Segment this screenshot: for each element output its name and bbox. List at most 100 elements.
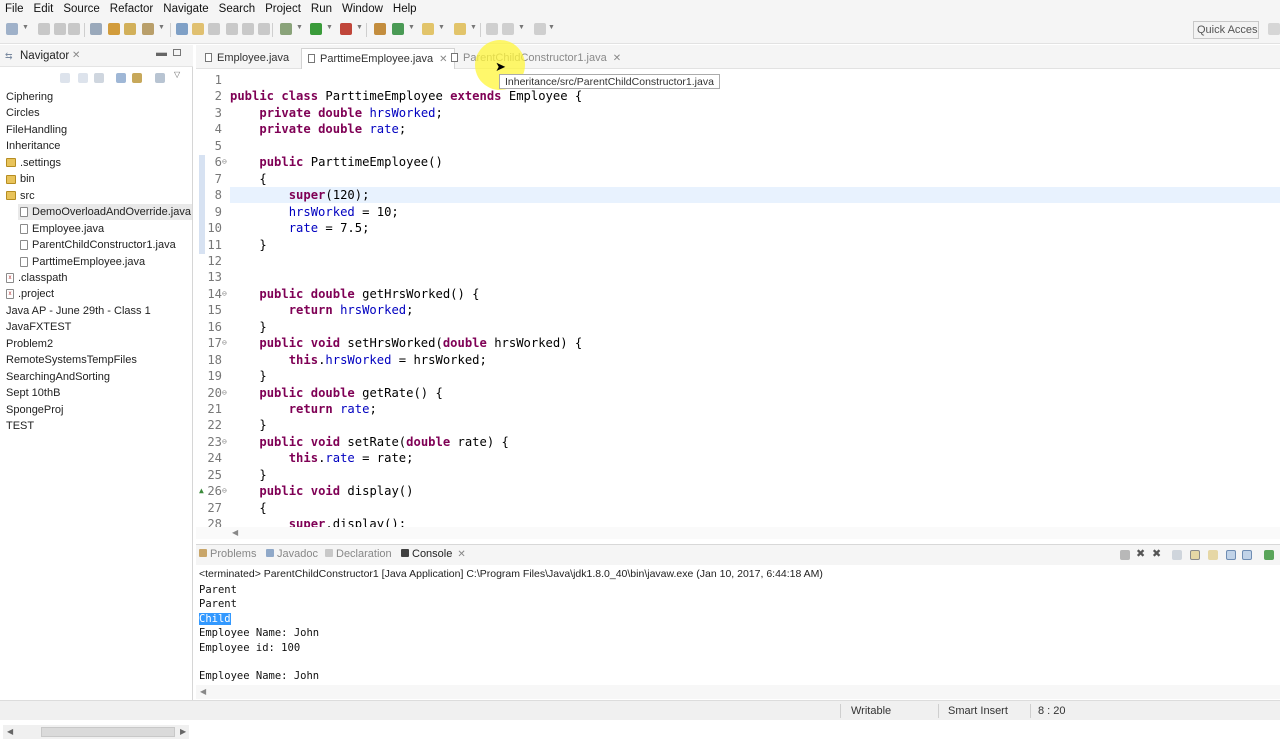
- navigator-item[interactable]: .settings: [0, 155, 61, 171]
- print-icon[interactable]: [68, 23, 80, 35]
- up-icon[interactable]: [94, 73, 104, 83]
- filter-icon[interactable]: [155, 73, 165, 83]
- dropdown-icon[interactable]: ▼: [518, 24, 530, 36]
- code-line[interactable]: public ParttimeEmployee(): [230, 154, 442, 170]
- menu-file[interactable]: File: [0, 3, 29, 15]
- console-scrollbar[interactable]: ◀: [196, 685, 1280, 699]
- remove-all-icon[interactable]: ✖: [1152, 547, 1162, 560]
- navigator-item[interactable]: bin: [0, 171, 35, 187]
- navigator-scrollbar[interactable]: ◀ ▶: [3, 725, 189, 739]
- clear-console-icon[interactable]: [1172, 550, 1182, 560]
- code-line[interactable]: public void setHrsWorked(double hrsWorke…: [230, 335, 582, 351]
- code-line[interactable]: public class ParttimeEmployee extends Em…: [230, 88, 582, 104]
- open-folder-icon[interactable]: [124, 23, 136, 35]
- code-line[interactable]: public double getHrsWorked() {: [230, 286, 479, 302]
- navigator-item[interactable]: TEST: [0, 418, 34, 434]
- toggle-icon[interactable]: [176, 23, 188, 35]
- open-console-icon[interactable]: [1264, 550, 1274, 560]
- code-line[interactable]: }: [230, 467, 266, 483]
- dropdown-icon[interactable]: ▼: [408, 24, 420, 36]
- toggle-frame-icon[interactable]: [1268, 23, 1280, 35]
- scroll-right-icon[interactable]: ▶: [180, 727, 186, 736]
- navigator-item[interactable]: Java AP - June 29th - Class 1: [0, 303, 151, 319]
- forward-icon[interactable]: [78, 73, 88, 83]
- navigator-item[interactable]: FileHandling: [0, 122, 67, 138]
- navigator-item[interactable]: SearchingAndSorting: [0, 369, 110, 385]
- terminate-icon[interactable]: [1120, 550, 1130, 560]
- navigator-item[interactable]: src: [0, 188, 35, 204]
- search-icon[interactable]: [142, 23, 154, 35]
- close-icon[interactable]: ✕: [457, 549, 465, 560]
- dropdown-icon[interactable]: ▼: [22, 24, 34, 36]
- scrollbar-thumb[interactable]: [41, 727, 175, 737]
- back-icon[interactable]: [60, 73, 70, 83]
- code-line[interactable]: }: [230, 368, 266, 384]
- close-icon[interactable]: ✕: [613, 53, 621, 64]
- tab-problems[interactable]: Problems: [199, 548, 256, 560]
- dropdown-icon[interactable]: ▼: [296, 24, 308, 36]
- new-package-icon[interactable]: [392, 23, 404, 35]
- fold-icon[interactable]: ⊖: [222, 338, 230, 347]
- navigator-item[interactable]: Problem2: [0, 336, 53, 352]
- tab-employee[interactable]: Employee.java: [199, 48, 295, 69]
- fold-icon[interactable]: ⊖: [222, 437, 230, 446]
- scroll-left-icon[interactable]: ◀: [232, 528, 238, 537]
- back-icon[interactable]: [534, 23, 546, 35]
- code-line[interactable]: hrsWorked = 10;: [230, 204, 399, 220]
- code-line[interactable]: this.hrsWorked = hrsWorked;: [230, 352, 487, 368]
- maximize-icon[interactable]: [173, 49, 181, 56]
- menu-navigate[interactable]: Navigate: [158, 3, 213, 15]
- paragraph-icon[interactable]: [258, 23, 270, 35]
- navigator-item[interactable]: x .classpath: [0, 270, 68, 286]
- navigator-item[interactable]: Inheritance: [0, 138, 60, 154]
- format-icon[interactable]: [242, 23, 254, 35]
- fold-icon[interactable]: ⊖: [222, 289, 230, 298]
- code-line[interactable]: rate = 7.5;: [230, 220, 370, 236]
- code-line[interactable]: }: [230, 319, 266, 335]
- scroll-left-icon[interactable]: ◀: [200, 687, 206, 696]
- navigator-item[interactable]: DemoOverloadAndOverride.java: [18, 204, 192, 221]
- block-select-icon[interactable]: [208, 23, 220, 35]
- navigator-item[interactable]: Employee.java: [0, 221, 104, 237]
- code-line[interactable]: {: [230, 171, 266, 187]
- new-icon[interactable]: [6, 23, 18, 35]
- fold-icon[interactable]: ⊖: [222, 157, 230, 166]
- fold-icon[interactable]: ⊖: [222, 486, 230, 495]
- scroll-left-icon[interactable]: ◀: [7, 727, 13, 736]
- code-line[interactable]: }: [230, 417, 266, 433]
- debug-icon[interactable]: [280, 23, 292, 35]
- pin-console-icon[interactable]: [1226, 550, 1236, 560]
- whitespace-icon[interactable]: [226, 23, 238, 35]
- navigator-title[interactable]: Navigator: [20, 50, 69, 62]
- fold-icon[interactable]: ⊖: [222, 388, 230, 397]
- open-type-icon[interactable]: [108, 23, 120, 35]
- close-icon[interactable]: ✕: [72, 50, 80, 61]
- remove-launch-icon[interactable]: ✖: [1136, 547, 1146, 560]
- code-line[interactable]: public double getRate() {: [230, 385, 442, 401]
- minimize-icon[interactable]: ▬: [156, 47, 167, 59]
- console-output[interactable]: Parent Parent Child Employee Name: John Empl…: [199, 583, 319, 684]
- menu-run[interactable]: Run: [306, 3, 337, 15]
- save-all-icon[interactable]: [54, 23, 66, 35]
- quick-access-input[interactable]: Quick Access: [1193, 21, 1259, 39]
- navigator-item[interactable]: Sept 10thB: [0, 385, 60, 401]
- tab-parttimeemployee[interactable]: ParttimeEmployee.java ✕: [301, 48, 455, 69]
- mark-occurrences-icon[interactable]: [192, 23, 204, 35]
- view-menu-icon[interactable]: ▽: [174, 70, 184, 80]
- code-line[interactable]: return hrsWorked;: [230, 302, 414, 318]
- dropdown-icon[interactable]: ▼: [438, 24, 450, 36]
- navigator-item[interactable]: ParentChildConstructor1.java: [0, 237, 176, 253]
- navigator-item[interactable]: JavaFXTEST: [0, 319, 71, 335]
- dropdown-icon[interactable]: ▼: [326, 24, 338, 36]
- menu-search[interactable]: Search: [214, 3, 260, 15]
- new-java-project-icon[interactable]: [374, 23, 386, 35]
- code-line[interactable]: public void setRate(double rate) {: [230, 434, 509, 450]
- dropdown-icon[interactable]: ▼: [158, 24, 170, 36]
- code-line[interactable]: super(120);: [230, 187, 370, 203]
- code-line[interactable]: private double rate;: [230, 121, 406, 137]
- menu-window[interactable]: Window: [337, 3, 388, 15]
- code-line[interactable]: this.rate = rate;: [230, 450, 414, 466]
- collapse-all-icon[interactable]: [116, 73, 126, 83]
- external-tools-icon[interactable]: [340, 23, 352, 35]
- navigator-item[interactable]: Ciphering: [0, 89, 53, 105]
